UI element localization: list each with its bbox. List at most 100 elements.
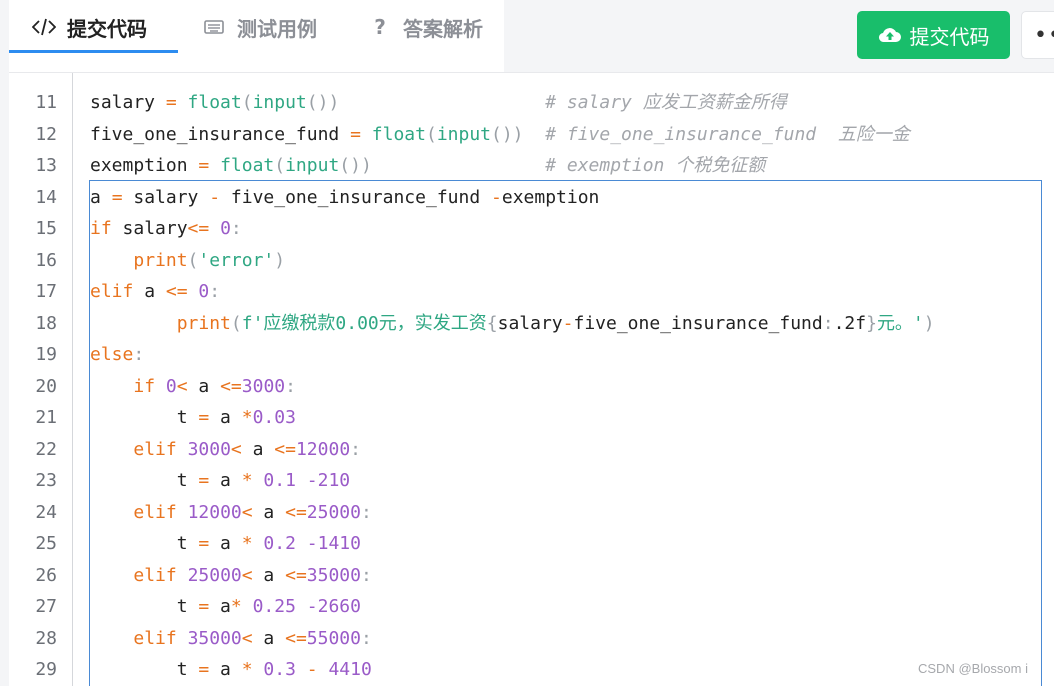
code-token: salary [111,218,188,239]
code-token: 4410 [328,659,372,680]
line-number: 27 [35,596,57,617]
code-token: - [209,186,221,208]
code-token: 0.03 [252,407,296,428]
tab-submit-code[interactable]: 提交代码 [31,0,147,54]
code-line[interactable]: 15 if salary<= 0: [9,213,1054,245]
code-line[interactable]: 22 elif 3000< a <=12000: [9,434,1054,466]
code-token: : [822,312,834,334]
code-token: exemption [501,186,600,208]
code-line[interactable]: 24 elif 12000< a <=25000: [9,497,1054,529]
code-token: -1410 [306,533,361,554]
code-line[interactable]: 23 t = a * 0.1 -210 [9,465,1054,497]
line-number: 18 [35,312,57,334]
code-token: # salary 应发工资薪金所得 [545,92,787,113]
code-token: = [165,92,177,113]
more-options-button[interactable]: •• [1021,11,1054,59]
code-token: a [252,564,286,586]
code-line[interactable]: 11 salary = float(input()) # salary 应发工资薪… [9,87,1054,119]
code-token: ( [187,249,199,271]
code-token: * [241,533,253,554]
tab-answer-analysis[interactable]: ? 答案解析 [367,0,483,54]
submit-code-button[interactable]: 提交代码 [857,11,1010,59]
code-token: 0.25 [252,596,296,617]
code-token: ()) [306,92,340,113]
code-line[interactable]: 12 five_one_insurance_fund = float(input(… [9,119,1054,151]
code-token: : [360,627,372,649]
tab-label: 答案解析 [403,16,483,41]
code-token: elif [90,281,134,302]
line-number: 28 [35,627,57,649]
code-token: a [252,501,286,523]
watermark: CSDN @Blossom i [918,661,1028,676]
line-number: 20 [35,375,57,397]
code-icon [31,18,57,36]
code-line[interactable]: 27 t = a* 0.25 -2660 [9,591,1054,623]
code-token: * [230,596,242,617]
code-token: : [285,375,296,397]
code-line[interactable]: 14 a = salary - five_one_insurance_fund -… [9,182,1054,214]
code-editor[interactable]: 11 salary = float(input()) # salary 应发工资薪… [9,72,1054,686]
code-text: t = a* 0.25 -2660 [90,591,361,623]
line-number: 17 [35,281,57,302]
code-token: elif [133,627,177,649]
code-text: elif a <= 0: [90,276,220,308]
code-token: ( [274,155,286,176]
code-token: t [90,533,199,554]
code-line[interactable]: 21 t = a *0.03 [9,402,1054,434]
tab-label: 测试用例 [237,16,317,41]
code-line[interactable]: 26 elif 25000< a <=35000: [9,560,1054,592]
code-token: 'error' [198,249,275,271]
code-line[interactable]: 16 print('error') [9,245,1054,277]
active-tab-indicator [9,50,178,53]
code-token: .2f [833,312,867,334]
code-line[interactable]: 20 if 0< a <=3000: [9,371,1054,403]
code-token: ()) [339,155,372,176]
code-token: - [562,312,574,334]
code-line[interactable]: 13 exemption = float(input()) # exemption… [9,150,1054,182]
code-token: * [241,470,253,491]
code-token: ) [923,312,935,334]
code-line[interactable]: 29 t = a * 0.3 - 4410 [9,654,1054,686]
code-token: } [866,312,877,334]
code-line[interactable]: 28 elif 35000< a <=55000: [9,623,1054,655]
code-line[interactable]: 18 print(f'应缴税款0.00元，实发工资{salary-five_on… [9,308,1054,340]
code-token: 25000 [306,501,361,523]
code-text: elif 3000< a <=12000: [90,434,361,466]
code-token: a [241,438,275,460]
code-token: exemption [90,155,199,176]
code-token: # five_one_insurance_fund 五险一金 [545,123,910,145]
code-token: : [360,501,372,523]
line-number: 22 [35,438,57,460]
more-icon: •• [1034,22,1054,48]
code-line[interactable]: 25 t = a * 0.2 -1410 [9,528,1054,560]
code-token: 0.2 [263,533,296,554]
code-token: if [133,375,156,397]
code-token: - [306,659,318,680]
code-token: float [371,123,426,145]
code-line[interactable]: 19 else: [9,339,1054,371]
line-number: 29 [35,659,57,680]
code-token: -210 [306,470,351,491]
code-text: elif 12000< a <=25000: [90,497,372,529]
code-token: -2660 [306,596,361,617]
code-text: print('error') [90,245,285,277]
code-token: <= [187,218,210,239]
code-line[interactable]: 17 elif a <= 0: [9,276,1054,308]
tab-test-cases[interactable]: 测试用例 [201,0,317,54]
code-token: salary [497,312,563,334]
line-number: 12 [35,123,57,145]
